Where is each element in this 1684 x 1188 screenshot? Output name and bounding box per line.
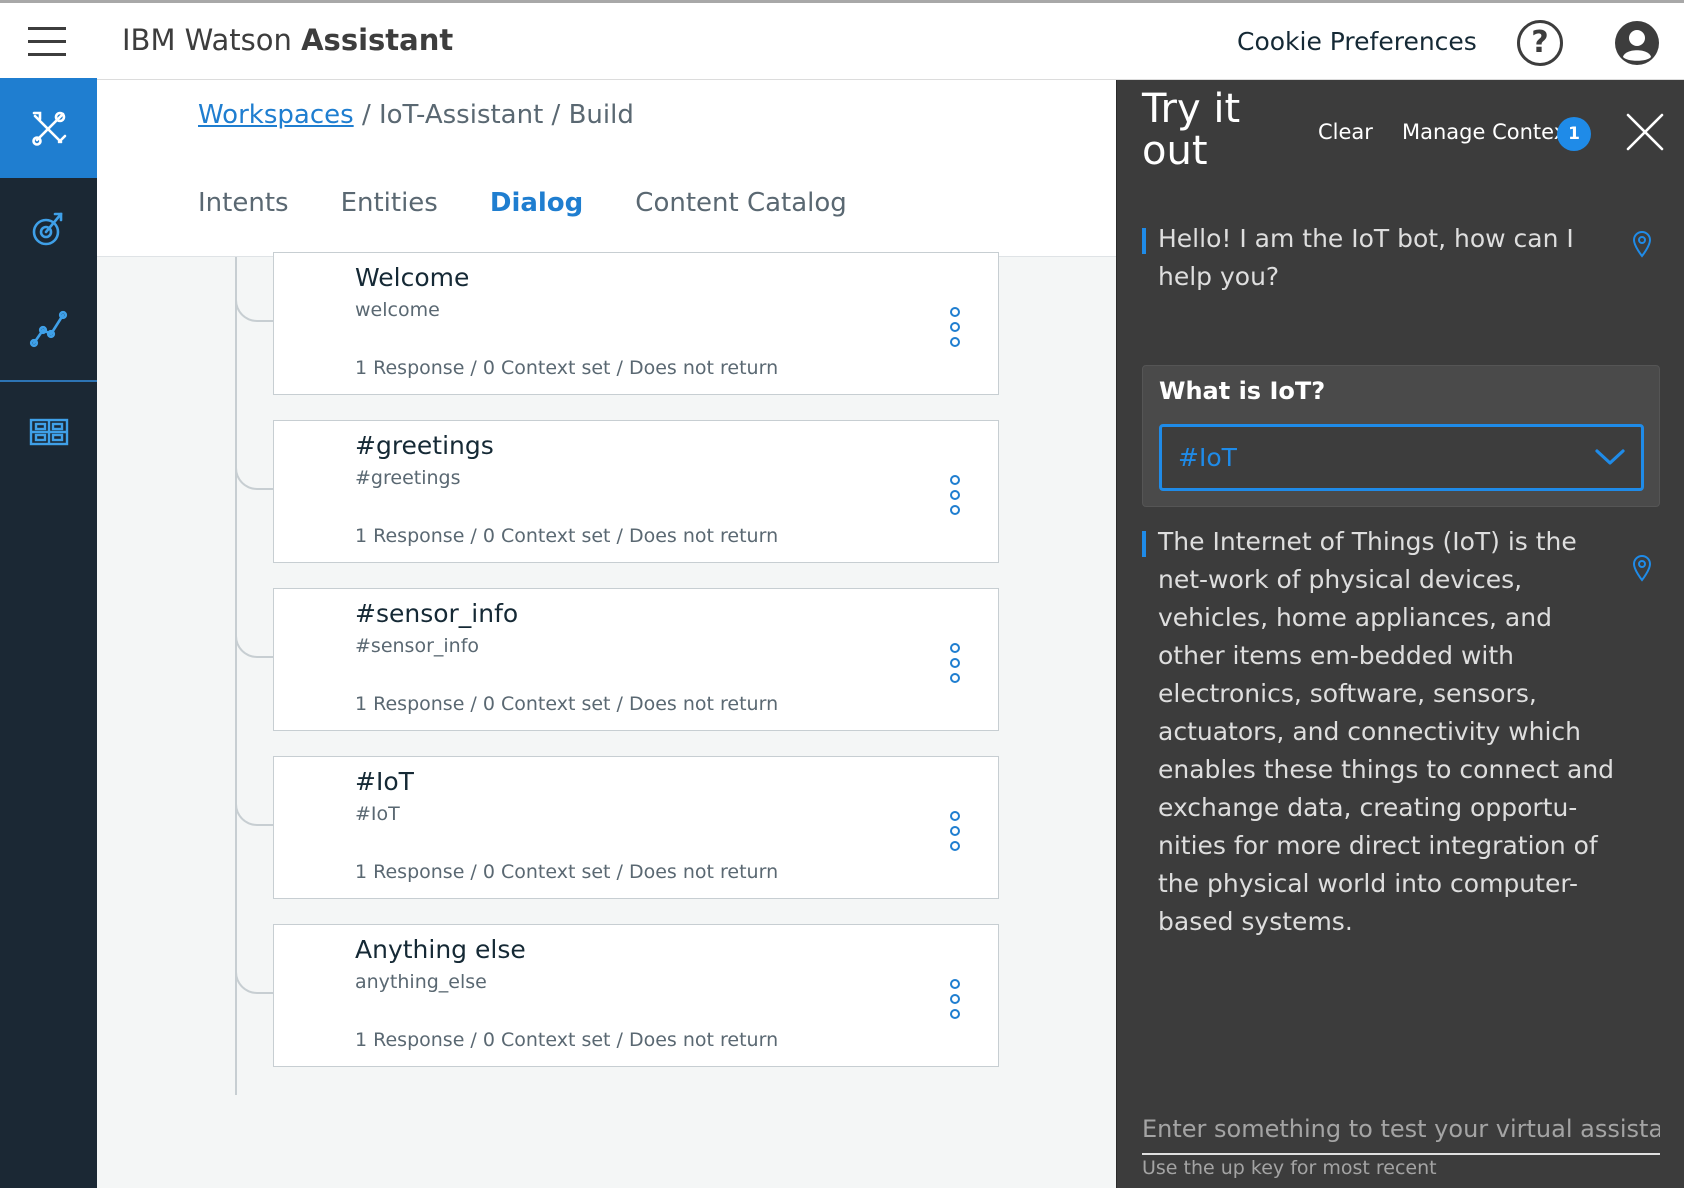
node-title: #IoT bbox=[355, 767, 414, 796]
panel-title: Try it out bbox=[1142, 86, 1241, 174]
node-overflow-menu-icon[interactable] bbox=[948, 643, 962, 683]
detected-intent-dropdown[interactable]: #IoT bbox=[1159, 424, 1644, 491]
manage-context-button[interactable]: Manage Context bbox=[1402, 120, 1574, 144]
node-condition: anything_else bbox=[355, 971, 487, 993]
test-message-input[interactable] bbox=[1142, 1108, 1660, 1150]
node-condition: #sensor_info bbox=[355, 635, 480, 657]
node-summary: 1 Response / 0 Context set / Does not re… bbox=[355, 525, 779, 547]
dialog-node-sensor-info[interactable]: #sensor_info #sensor_info 1 Response / 0… bbox=[273, 588, 999, 731]
context-count-badge: 1 bbox=[1557, 117, 1591, 151]
node-condition: #greetings bbox=[355, 467, 461, 489]
improve-icon bbox=[32, 212, 62, 246]
side-navigation bbox=[0, 78, 97, 1188]
tab-content-catalog[interactable]: Content Catalog bbox=[635, 188, 847, 257]
hamburger-menu-icon[interactable] bbox=[28, 27, 66, 57]
tools-icon bbox=[31, 111, 66, 146]
dialog-node-iot[interactable]: #IoT #IoT 1 Response / 0 Context set / D… bbox=[273, 756, 999, 899]
node-summary: 1 Response / 0 Context set / Does not re… bbox=[355, 1029, 779, 1051]
brand-bold: Assistant bbox=[301, 23, 454, 57]
node-overflow-menu-icon[interactable] bbox=[948, 475, 962, 515]
dialog-node-wrapper: Anything else anything_else 1 Response /… bbox=[97, 924, 1116, 1067]
location-pin-icon[interactable] bbox=[1631, 554, 1653, 582]
breadcrumb-path: / IoT-Assistant / Build bbox=[361, 100, 634, 130]
node-title: Welcome bbox=[355, 263, 470, 292]
help-icon[interactable]: ? bbox=[1517, 20, 1563, 66]
tree-connector bbox=[235, 450, 273, 490]
bot-message: Hello! I am the IoT bot, how can I help … bbox=[1142, 220, 1622, 296]
catalog-grid-icon bbox=[29, 418, 68, 446]
dialog-node-anything-else[interactable]: Anything else anything_else 1 Response /… bbox=[273, 924, 999, 1067]
breadcrumb-workspaces-link[interactable]: Workspaces bbox=[198, 100, 354, 130]
input-hint: Use the up key for most recent bbox=[1142, 1157, 1437, 1179]
cookie-preferences-link[interactable]: Cookie Preferences bbox=[1237, 27, 1477, 56]
node-condition: welcome bbox=[355, 299, 440, 321]
app-header: IBM Watson Assistant Cookie Preferences … bbox=[0, 3, 1684, 80]
node-overflow-menu-icon[interactable] bbox=[948, 307, 962, 347]
message-accent-bar bbox=[1142, 531, 1146, 557]
workspace-header: Workspaces / IoT-Assistant / Build Inten… bbox=[97, 80, 1116, 257]
clear-button[interactable]: Clear bbox=[1318, 120, 1373, 144]
bot-answer-text: The Internet of Things (IoT) is the net-… bbox=[1158, 527, 1615, 936]
node-overflow-menu-icon[interactable] bbox=[948, 811, 962, 851]
dialog-node-greetings[interactable]: #greetings #greetings 1 Response / 0 Con… bbox=[273, 420, 999, 563]
try-it-out-panel: Try it out Clear Manage Context 1 Hello!… bbox=[1116, 80, 1684, 1188]
user-message-card: What is IoT? #IoT bbox=[1142, 365, 1660, 507]
nav-improve[interactable] bbox=[0, 178, 97, 278]
nav-build-tools[interactable] bbox=[0, 78, 97, 178]
dialog-node-wrapper: #IoT #IoT 1 Response / 0 Context set / D… bbox=[97, 756, 1116, 899]
tree-connector bbox=[235, 954, 273, 994]
tab-intents[interactable]: Intents bbox=[198, 188, 289, 257]
breadcrumb: Workspaces / IoT-Assistant / Build bbox=[198, 100, 634, 130]
node-overflow-menu-icon[interactable] bbox=[948, 979, 962, 1019]
node-summary: 1 Response / 0 Context set / Does not re… bbox=[355, 357, 779, 379]
dialog-workspace: Workspaces / IoT-Assistant / Build Inten… bbox=[97, 80, 1116, 1188]
node-summary: 1 Response / 0 Context set / Does not re… bbox=[355, 861, 779, 883]
product-title: IBM Watson Assistant bbox=[122, 23, 453, 57]
user-avatar-icon[interactable] bbox=[1613, 19, 1661, 67]
dialog-node-wrapper: #greetings #greetings 1 Response / 0 Con… bbox=[97, 420, 1116, 563]
nav-analytics[interactable] bbox=[0, 278, 97, 378]
node-title: Anything else bbox=[355, 935, 526, 964]
intent-value: #IoT bbox=[1178, 443, 1237, 472]
dialog-node-wrapper: #sensor_info #sensor_info 1 Response / 0… bbox=[97, 588, 1116, 731]
tab-entities[interactable]: Entities bbox=[341, 188, 438, 257]
location-pin-icon[interactable] bbox=[1631, 230, 1653, 258]
node-summary: 1 Response / 0 Context set / Does not re… bbox=[355, 693, 779, 715]
brand-prefix: IBM Watson bbox=[122, 23, 302, 57]
bot-greeting-text: Hello! I am the IoT bot, how can I help … bbox=[1158, 224, 1574, 291]
node-title: #sensor_info bbox=[355, 599, 519, 628]
dialog-node-welcome[interactable]: Welcome welcome 1 Response / 0 Context s… bbox=[273, 252, 999, 395]
tree-connector bbox=[235, 618, 273, 658]
node-title: #greetings bbox=[355, 431, 494, 460]
dialog-node-wrapper: Welcome welcome 1 Response / 0 Context s… bbox=[97, 252, 1116, 395]
tree-connector bbox=[235, 282, 273, 322]
nav-catalog[interactable] bbox=[0, 382, 97, 482]
message-accent-bar bbox=[1142, 228, 1146, 254]
analytics-icon bbox=[29, 310, 67, 348]
tab-bar: Intents Entities Dialog Content Catalog bbox=[198, 188, 899, 257]
message-composer bbox=[1142, 1108, 1660, 1155]
user-message-text: What is IoT? bbox=[1159, 377, 1326, 405]
tab-dialog[interactable]: Dialog bbox=[489, 188, 584, 257]
close-icon[interactable] bbox=[1625, 112, 1665, 152]
tree-connector bbox=[235, 786, 273, 826]
chevron-down-icon bbox=[1595, 449, 1625, 465]
node-condition: #IoT bbox=[355, 803, 400, 825]
bot-message: The Internet of Things (IoT) is the net-… bbox=[1142, 523, 1622, 941]
